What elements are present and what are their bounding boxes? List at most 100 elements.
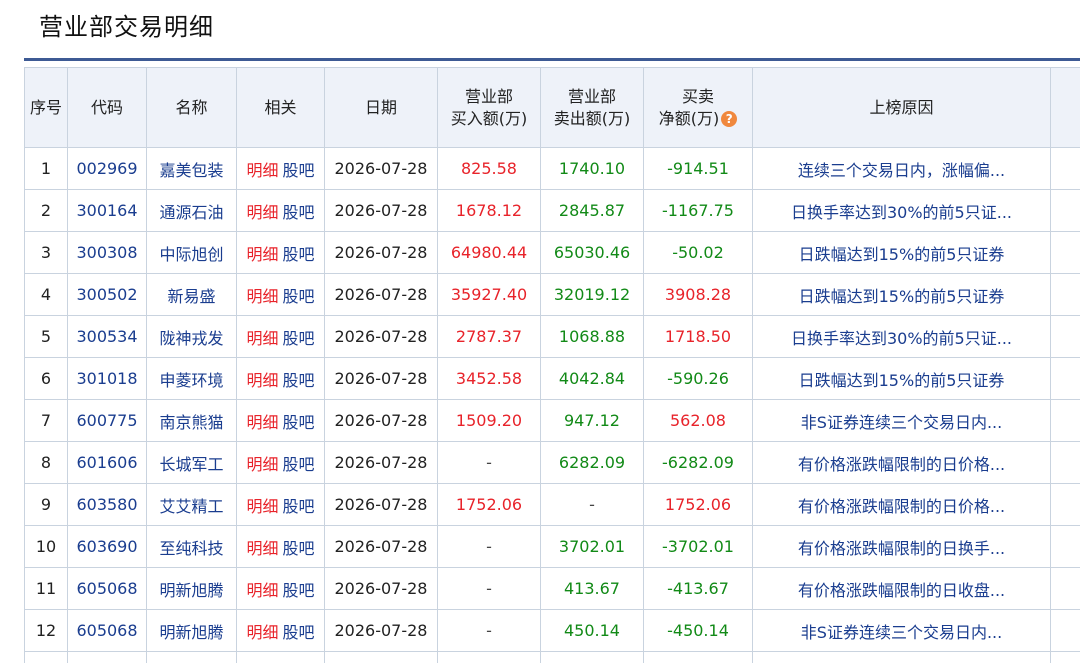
sell-amount: - xyxy=(540,483,644,526)
sell-amount: 1740.10 xyxy=(540,147,644,190)
buy-amount: 35927.40 xyxy=(437,273,541,316)
listing-reason-link[interactable]: 有价格涨跌幅限制的日价格... xyxy=(752,483,1051,526)
detail-link[interactable]: 明细 xyxy=(246,539,278,558)
table-row: 7 600775 南京熊猫 明细 股吧 2026-07-28 1509.20 947.12 56… xyxy=(24,399,1080,442)
header-sell-amount[interactable]: 营业部 卖出额(万) xyxy=(540,67,644,148)
stock-name-link[interactable]: 明新旭腾 xyxy=(146,609,237,652)
forum-link[interactable]: 股吧 xyxy=(283,623,315,642)
detail-link[interactable]: 明细 xyxy=(246,329,278,348)
header-buy-line2: 买入额(万) xyxy=(450,108,528,128)
table-row: 13688759必贝特明细股吧2026-07-28663.07-663.07有价… xyxy=(24,651,1080,663)
stock-code-link[interactable]: 300502 xyxy=(67,273,147,316)
trade-date: 2026-07-28 xyxy=(324,651,438,663)
detail-link[interactable]: 明细 xyxy=(246,371,278,390)
listing-reason-link[interactable]: 有价格涨跌幅限制的日收盘... xyxy=(752,567,1051,610)
row-index: 8 xyxy=(24,441,68,484)
detail-link[interactable]: 明细 xyxy=(246,413,278,432)
stock-name-link[interactable]: 至纯科技 xyxy=(146,525,237,568)
page-title: 营业部交易明细 xyxy=(39,13,214,41)
listing-reason-link[interactable]: 非S证券连续三个交易日内... xyxy=(752,609,1051,652)
stock-name-link[interactable]: 艾艾精工 xyxy=(146,483,237,526)
forum-link[interactable]: 股吧 xyxy=(283,455,315,474)
trade-date: 2026-07-28 xyxy=(324,525,438,568)
detail-link[interactable]: 明细 xyxy=(246,455,278,474)
listing-reason-link[interactable]: 非S证券连续三个交易日内... xyxy=(752,399,1051,442)
stock-code-link[interactable]: 002969 xyxy=(67,147,147,190)
net-amount: -450.14 xyxy=(643,609,753,652)
stock-code-link[interactable]: 600775 xyxy=(67,399,147,442)
forum-link[interactable]: 股吧 xyxy=(283,413,315,432)
forum-link[interactable]: 股吧 xyxy=(283,329,315,348)
row-index: 6 xyxy=(24,357,68,400)
stock-name-link[interactable]: 通源石油 xyxy=(146,189,237,232)
stock-name-link[interactable]: 南京熊猫 xyxy=(146,399,237,442)
forum-link[interactable]: 股吧 xyxy=(283,245,315,264)
listing-reason-link[interactable]: 有价格涨跌幅限制的日换手... xyxy=(752,525,1051,568)
stock-name-link[interactable]: 明新旭腾 xyxy=(146,567,237,610)
detail-link[interactable]: 明细 xyxy=(246,161,278,180)
listing-reason-link[interactable]: 日换手率达到30%的前5只证... xyxy=(752,315,1051,358)
stock-code-link[interactable]: 688759 xyxy=(67,651,147,663)
trade-date: 2026-07-28 xyxy=(324,189,438,232)
row-index: 5 xyxy=(24,315,68,358)
table-row: 4 300502 新易盛 明细 股吧 2026-07-28 35927.40 32019.12… xyxy=(24,273,1080,316)
forum-link[interactable]: 股吧 xyxy=(283,161,315,180)
detail-link[interactable]: 明细 xyxy=(246,581,278,600)
listing-reason-link[interactable]: 连续三个交易日内，涨幅偏... xyxy=(752,147,1051,190)
related-links: 明细股吧 xyxy=(236,651,325,663)
listing-reason-link[interactable]: 有价格涨跌幅限制的日收盘... xyxy=(752,651,1051,663)
header-buy-line1: 营业部 xyxy=(464,86,513,106)
stock-name-link[interactable]: 申菱环境 xyxy=(146,357,237,400)
listing-reason-link[interactable]: 日跌幅达到15%的前5只证券 xyxy=(752,273,1051,316)
header-buy-amount[interactable]: 营业部 买入额(万) xyxy=(437,67,541,148)
table-row: 1 002969 嘉美包装 明细 股吧 2026-07-28 825.58 1740.10 -9… xyxy=(24,147,1080,190)
stock-code-link[interactable]: 300308 xyxy=(67,231,147,274)
net-amount: 1752.06 xyxy=(643,483,753,526)
stock-name-link[interactable]: 陇神戎发 xyxy=(146,315,237,358)
buy-amount: 1752.06 xyxy=(437,483,541,526)
header-date[interactable]: 日期 xyxy=(324,67,438,148)
stock-name-link[interactable]: 必贝特 xyxy=(146,651,237,663)
detail-link[interactable]: 明细 xyxy=(246,245,278,264)
header-code[interactable]: 代码 xyxy=(67,67,147,148)
listing-reason-link[interactable]: 日换手率达到30%的前5只证... xyxy=(752,189,1051,232)
buy-amount: - xyxy=(437,609,541,652)
stock-name-link[interactable]: 长城军工 xyxy=(146,441,237,484)
stock-code-link[interactable]: 601606 xyxy=(67,441,147,484)
listing-reason-link[interactable]: 日跌幅达到15%的前5只证券 xyxy=(752,231,1051,274)
row-index: 11 xyxy=(24,567,68,610)
stock-code-link[interactable]: 603580 xyxy=(67,483,147,526)
stock-name-link[interactable]: 嘉美包装 xyxy=(146,147,237,190)
detail-link[interactable]: 明细 xyxy=(246,287,278,306)
stock-code-link[interactable]: 301018 xyxy=(67,357,147,400)
stock-code-link[interactable]: 605068 xyxy=(67,567,147,610)
forum-link[interactable]: 股吧 xyxy=(283,287,315,306)
detail-link[interactable]: 明细 xyxy=(246,203,278,222)
row-index: 13 xyxy=(24,651,68,663)
stock-code-link[interactable]: 603690 xyxy=(67,525,147,568)
listing-reason-link[interactable]: 有价格涨跌幅限制的日价格... xyxy=(752,441,1051,484)
stock-code-link[interactable]: 300534 xyxy=(67,315,147,358)
forum-link[interactable]: 股吧 xyxy=(283,497,315,516)
forum-link[interactable]: 股吧 xyxy=(283,203,315,222)
stock-code-link[interactable]: 605068 xyxy=(67,609,147,652)
header-net-line1: 买卖 xyxy=(681,86,714,106)
sell-amount: 450.14 xyxy=(540,609,644,652)
stock-name-link[interactable]: 新易盛 xyxy=(146,273,237,316)
buy-amount: - xyxy=(437,525,541,568)
stock-code-link[interactable]: 300164 xyxy=(67,189,147,232)
detail-link[interactable]: 明细 xyxy=(246,497,278,516)
header-net-amount[interactable]: 买卖 净额(万)? xyxy=(643,67,753,148)
extra-cell xyxy=(1050,441,1080,484)
table-row: 6 301018 申菱环境 明细 股吧 2026-07-28 3452.58 4042.84-… xyxy=(24,357,1080,400)
detail-link[interactable]: 明细 xyxy=(246,623,278,642)
row-index: 4 xyxy=(24,273,68,316)
stock-name-link[interactable]: 中际旭创 xyxy=(146,231,237,274)
listing-reason-link[interactable]: 日跌幅达到15%的前5只证券 xyxy=(752,357,1051,400)
trade-detail-table-container[interactable]: 序号 代码 名称 相关 日期 营业部 买入额(万) 营业部 卖出额(万) 买卖 … xyxy=(24,67,1080,663)
question-icon[interactable]: ? xyxy=(721,111,738,127)
extra-cell xyxy=(1050,273,1080,316)
forum-link[interactable]: 股吧 xyxy=(283,581,315,600)
forum-link[interactable]: 股吧 xyxy=(283,371,315,390)
forum-link[interactable]: 股吧 xyxy=(283,539,315,558)
